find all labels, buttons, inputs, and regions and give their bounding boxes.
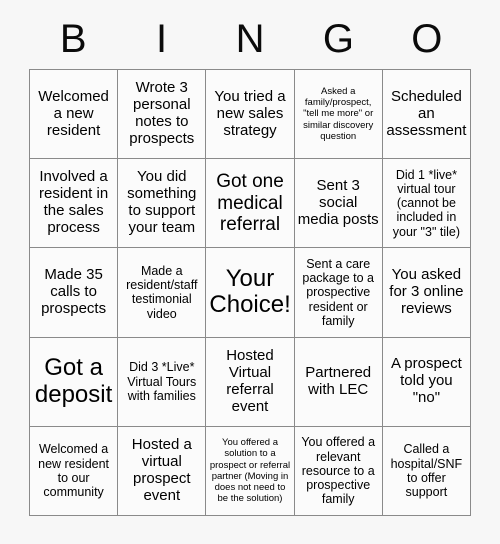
bingo-cell[interactable]: Got one medical referral [206, 159, 295, 249]
bingo-cell[interactable]: Wrote 3 personal notes to prospects [118, 70, 207, 160]
bingo-cell[interactable]: Welcomed a new resident to our community [30, 426, 119, 516]
bingo-cell-text: Did 1 *live* virtual tour (cannot be inc… [392, 167, 460, 239]
bingo-cell-text: You offered a relevant resource to a pro… [301, 435, 376, 507]
bingo-cell-free-space[interactable]: Your Choice! [206, 248, 295, 338]
bingo-cell[interactable]: Hosted Virtual referral event [206, 337, 295, 427]
bingo-header-letter-o: O [411, 17, 443, 61]
bingo-cell[interactable]: Sent a care package to a prospective res… [294, 248, 383, 338]
bingo-cell-text: Involved a resident in the sales process [38, 168, 109, 237]
bingo-cell-text: Sent 3 social media posts [297, 176, 379, 228]
bingo-cell-text: Called a hospital/SNF to offer support [390, 442, 463, 500]
bingo-header-letter-g: G [322, 17, 354, 61]
bingo-cell[interactable]: You offered a solution to a prospect or … [206, 426, 295, 516]
bingo-cell-text: Hosted a virtual prospect event [131, 436, 192, 504]
bingo-cell-text: You tried a new sales strategy [214, 87, 286, 139]
bingo-cell-text: Did 3 *Live* Virtual Tours with families [127, 360, 197, 403]
bingo-cell-text: Made 35 calls to prospects [41, 266, 107, 317]
bingo-cell-text: Scheduled an assessment [386, 87, 467, 139]
bingo-cell-text: Got a deposit [34, 354, 113, 408]
bingo-grid: Welcomed a new resident Wrote 3 personal… [29, 69, 471, 516]
bingo-cell[interactable]: You asked for 3 online reviews [382, 248, 471, 338]
bingo-cell[interactable]: Welcomed a new resident [30, 70, 119, 160]
bingo-cell[interactable]: Scheduled an assessment [382, 70, 471, 160]
bingo-cell[interactable]: Got a deposit [30, 337, 119, 427]
bingo-cell[interactable]: Called a hospital/SNF to offer support [382, 426, 471, 516]
bingo-cell-text: A prospect told you "no" [390, 355, 462, 407]
bingo-cell[interactable]: You did something to support your team [118, 159, 207, 249]
bingo-cell-text: Welcomed a new resident to our community [38, 442, 110, 500]
bingo-cell[interactable]: Did 1 *live* virtual tour (cannot be inc… [382, 159, 471, 249]
bingo-cell-text: You did something to support your team [127, 168, 197, 237]
bingo-cell-text: Partnered with LEC [305, 363, 372, 398]
bingo-cell[interactable]: Made a resident/staff testimonial video [118, 248, 207, 338]
bingo-card: B I N G O Welcomed a new resident Wrote … [0, 0, 500, 544]
bingo-header: B I N G O [29, 14, 471, 64]
bingo-header-letter-i: I [156, 17, 168, 61]
bingo-cell[interactable]: Involved a resident in the sales process [30, 159, 119, 249]
bingo-cell[interactable]: A prospect told you "no" [382, 337, 471, 427]
bingo-header-letter-n: N [235, 17, 265, 61]
bingo-cell[interactable]: Asked a family/prospect, "tell me more" … [294, 70, 383, 160]
bingo-cell-text: Sent a care package to a prospective res… [302, 256, 374, 328]
bingo-cell[interactable]: Made 35 calls to prospects [30, 248, 119, 338]
bingo-cell-text: Wrote 3 personal notes to prospects [129, 79, 195, 148]
bingo-header-letter-b: B [59, 17, 87, 61]
bingo-cell-text: Got one medical referral [216, 171, 284, 235]
bingo-cell-text: You asked for 3 online reviews [389, 266, 464, 317]
bingo-cell-text: Hosted Virtual referral event [226, 346, 274, 415]
bingo-cell[interactable]: Did 3 *Live* Virtual Tours with families [118, 337, 207, 427]
bingo-cell-text: Your Choice! [209, 265, 291, 319]
bingo-cell-text: You offered a solution to a prospect or … [209, 437, 291, 505]
bingo-cell[interactable]: Partnered with LEC [294, 337, 383, 427]
bingo-cell-text: Made a resident/staff testimonial video [126, 263, 198, 321]
bingo-cell[interactable]: You offered a relevant resource to a pro… [294, 426, 383, 516]
bingo-cell[interactable]: Sent 3 social media posts [294, 159, 383, 249]
bingo-cell[interactable]: Hosted a virtual prospect event [118, 426, 207, 516]
bingo-cell-text: Welcomed a new resident [38, 87, 109, 139]
bingo-cell-text: Asked a family/prospect, "tell me more" … [303, 86, 374, 142]
bingo-cell[interactable]: You tried a new sales strategy [206, 70, 295, 160]
